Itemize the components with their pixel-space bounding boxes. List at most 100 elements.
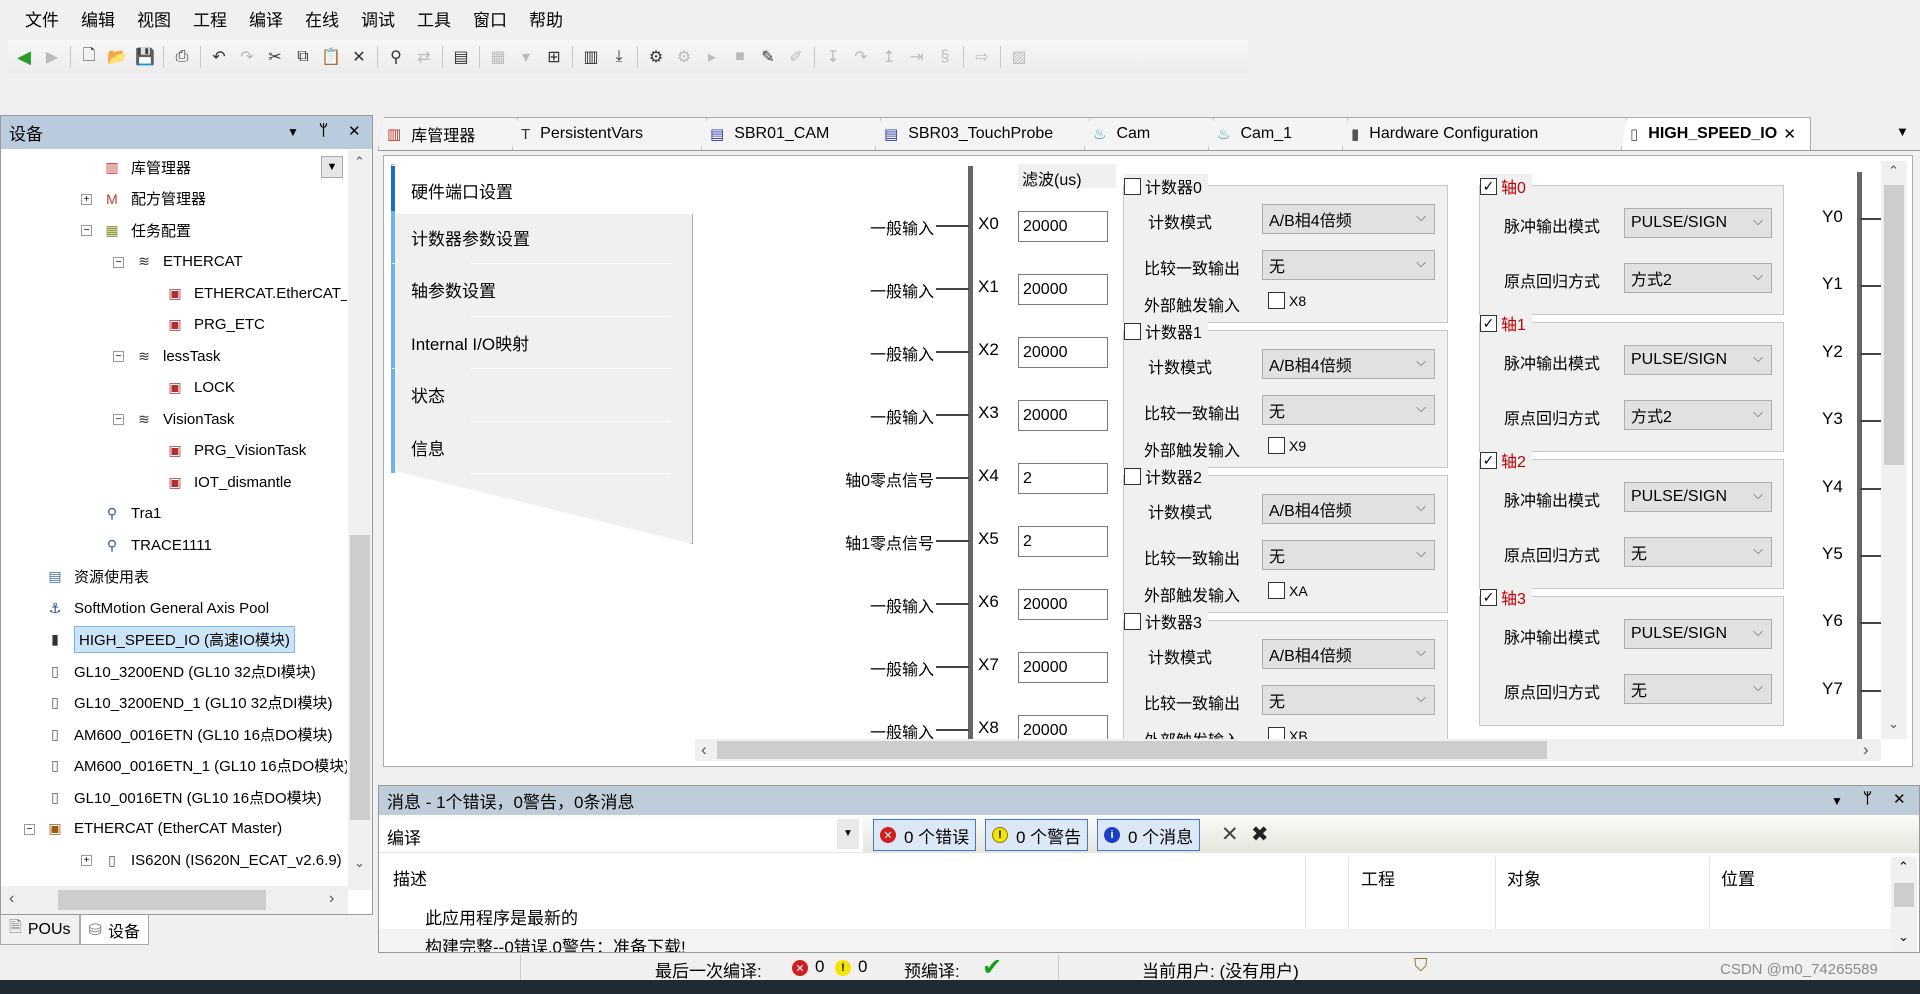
save-icon[interactable]: 💾 (133, 45, 157, 69)
axis-title[interactable]: ✓ 轴1 (1480, 311, 1532, 335)
filter-input[interactable] (1018, 589, 1108, 620)
grid-icon[interactable]: ▦ (486, 45, 510, 69)
counter-mode-select[interactable]: A/B相4倍频 ⌵ (1262, 639, 1435, 669)
tree-item[interactable]: ≋ ETHERCAT (133, 247, 243, 277)
filter-input[interactable] (1018, 211, 1108, 242)
axis-enable-checkbox[interactable]: ✓ (1480, 451, 1497, 469)
tools-icon[interactable]: ✎ (756, 45, 780, 69)
counter-mode-select[interactable]: A/B相4倍频 ⌵ (1262, 494, 1435, 524)
cut-icon[interactable]: ✂ (263, 45, 287, 69)
axis-pulse-select[interactable]: PULSE/SIGN ⌵ (1624, 345, 1772, 375)
tree-item[interactable]: ⚓ SoftMotion General Axis Pool (44, 593, 269, 623)
expand-icon[interactable]: + (81, 855, 92, 866)
scroll-down-icon[interactable]: ⌄ (354, 855, 365, 871)
axis-home-select[interactable]: 方式2 ⌵ (1624, 400, 1772, 430)
menu-2[interactable]: 视图 (126, 6, 182, 31)
scroll-down-icon[interactable]: ⌄ (1898, 929, 1909, 945)
nav-item[interactable]: 信息 (391, 421, 651, 473)
close-icon[interactable]: ✕ (348, 122, 361, 140)
tab-sbr03-touchprobe[interactable]: ▤ SBR03_TouchProbe (875, 117, 1090, 150)
nav-item[interactable]: 状态 (391, 368, 651, 421)
add-object-icon[interactable]: ⊞ (542, 45, 566, 69)
message-source-select[interactable]: 编译 ▼ (379, 818, 863, 852)
menu-1[interactable]: 编辑 (70, 6, 126, 31)
tree-vertical-scrollbar[interactable]: ⌃ ⌄ (348, 150, 372, 890)
tree-item[interactable]: M 配方管理器 (101, 184, 206, 214)
collapse-icon[interactable]: − (81, 225, 92, 236)
counter-mode-select[interactable]: A/B相4倍频 ⌵ (1262, 204, 1435, 234)
counter-enable-checkbox[interactable] (1124, 322, 1141, 340)
trigger-checkbox[interactable] (1268, 437, 1285, 454)
trigger-checkbox[interactable] (1268, 582, 1285, 599)
redo-icon[interactable]: ↷ (235, 45, 259, 69)
axis-title[interactable]: ✓ 轴0 (1480, 174, 1532, 198)
axis-title[interactable]: ✓ 轴3 (1480, 585, 1532, 609)
editor-vertical-scrollbar[interactable]: ⌃ ⌄ (1881, 161, 1907, 739)
scroll-up-icon[interactable]: ⌃ (1888, 163, 1899, 179)
tree-item[interactable]: ▣ PRG_VisionTask (164, 436, 306, 466)
tree-item[interactable]: ▯ AM600_0016ETN_1 (GL10 16点DO模块) (44, 751, 347, 781)
counter-trigger[interactable]: XA (1268, 582, 1308, 599)
counter-title[interactable]: 计数器1 (1124, 319, 1208, 343)
message-row[interactable]: 构建完整--0错误,0警告：准备下载! (379, 929, 1891, 952)
tree-item[interactable]: ▣ ETHERCAT (EtherCAT Master) (44, 814, 282, 844)
counter-trigger[interactable]: X8 (1268, 292, 1306, 309)
counter-compare-select[interactable]: 无 ⌵ (1262, 685, 1435, 715)
tab-devices[interactable]: ⛁ 设备 (79, 915, 149, 945)
step-out-icon[interactable]: ↥ (877, 45, 901, 69)
pin-icon[interactable]: ᛘ (319, 122, 328, 139)
tab-list-dropdown-icon[interactable]: ▼ (1896, 124, 1909, 139)
counter-compare-select[interactable]: 无 ⌵ (1262, 540, 1435, 570)
scroll-thumb[interactable] (350, 535, 370, 820)
tree-item[interactable]: ⚲ Tra1 (101, 499, 161, 529)
scroll-thumb[interactable] (717, 741, 1547, 759)
tab-cam-1[interactable]: ♨ Cam_1 (1208, 117, 1348, 150)
nav-item[interactable]: 轴参数设置 (391, 263, 651, 316)
back-icon[interactable]: ◀ (12, 45, 36, 69)
messages-scrollbar[interactable]: ⌃ ⌄ (1891, 857, 1917, 952)
menu-5[interactable]: 在线 (294, 6, 350, 31)
filter-input[interactable] (1018, 652, 1108, 683)
filter-input[interactable] (1018, 274, 1108, 305)
axis-enable-checkbox[interactable]: ✓ (1480, 588, 1497, 606)
dropdown-icon[interactable]: ▾ (514, 45, 538, 69)
panel-menu-icon[interactable]: ▼ (287, 125, 299, 139)
scroll-up-icon[interactable]: ⌃ (1898, 859, 1909, 875)
shield-icon[interactable]: ⛉ (1414, 955, 1428, 976)
chevron-down-icon[interactable]: ▼ (837, 819, 859, 849)
axis-enable-checkbox[interactable]: ✓ (1480, 314, 1497, 332)
nav-item[interactable]: Internal I/O映射 (391, 316, 651, 368)
column-header[interactable]: 描述 (393, 865, 427, 890)
tab-cam[interactable]: ♨ Cam (1084, 117, 1214, 150)
tree-item[interactable]: ▤ 资源使用表 (44, 562, 149, 592)
scroll-thumb[interactable] (1894, 883, 1914, 907)
nav-item[interactable]: 硬件端口设置 (391, 166, 693, 214)
tree-item[interactable]: ▯ GL10_3200END (GL10 32点DI模块) (44, 656, 316, 686)
column-header[interactable]: 对象 (1507, 865, 1541, 890)
counter-enable-checkbox[interactable] (1124, 612, 1141, 630)
column-header[interactable]: 工程 (1361, 865, 1395, 890)
login-icon[interactable]: ⚙ (644, 45, 668, 69)
download-icon[interactable]: ⤓ (607, 45, 631, 69)
expand-icon[interactable]: + (81, 193, 92, 205)
nav-item[interactable]: 计数器参数设置 (391, 211, 651, 263)
step-into-icon[interactable]: ↧ (821, 45, 845, 69)
find-icon[interactable]: ⚲ (384, 45, 408, 69)
collapse-icon[interactable]: − (113, 351, 124, 362)
stop-icon[interactable]: ■ (728, 45, 752, 69)
tree-item[interactable]: ▯ AM600_0016ETN (GL10 16点DO模块) (44, 719, 332, 749)
counter-mode-select[interactable]: A/B相4倍频 ⌵ (1262, 349, 1435, 379)
collapse-icon[interactable]: − (24, 823, 35, 835)
collapse-icon[interactable]: − (113, 414, 124, 425)
axis-pulse-select[interactable]: PULSE/SIGN ⌵ (1624, 482, 1772, 512)
print-icon[interactable]: ⎙ (170, 45, 194, 69)
tree-item[interactable]: ▦ 任务配置 (101, 215, 191, 245)
replace-icon[interactable]: ⇄ (412, 45, 436, 69)
counter-title[interactable]: 计数器3 (1124, 609, 1208, 633)
tree-item[interactable]: ▯ IS620N (IS620N_ECAT_v2.6.9) (101, 845, 342, 875)
run-to-cursor-icon[interactable]: ⇥ (905, 45, 929, 69)
menu-4[interactable]: 编译 (238, 6, 294, 31)
counter-enable-checkbox[interactable] (1124, 467, 1141, 485)
infos-filter-button[interactable]: i 0 个消息 (1097, 819, 1201, 851)
tab-hardware-configuration[interactable]: ▮ Hardware Configuration (1342, 117, 1627, 150)
